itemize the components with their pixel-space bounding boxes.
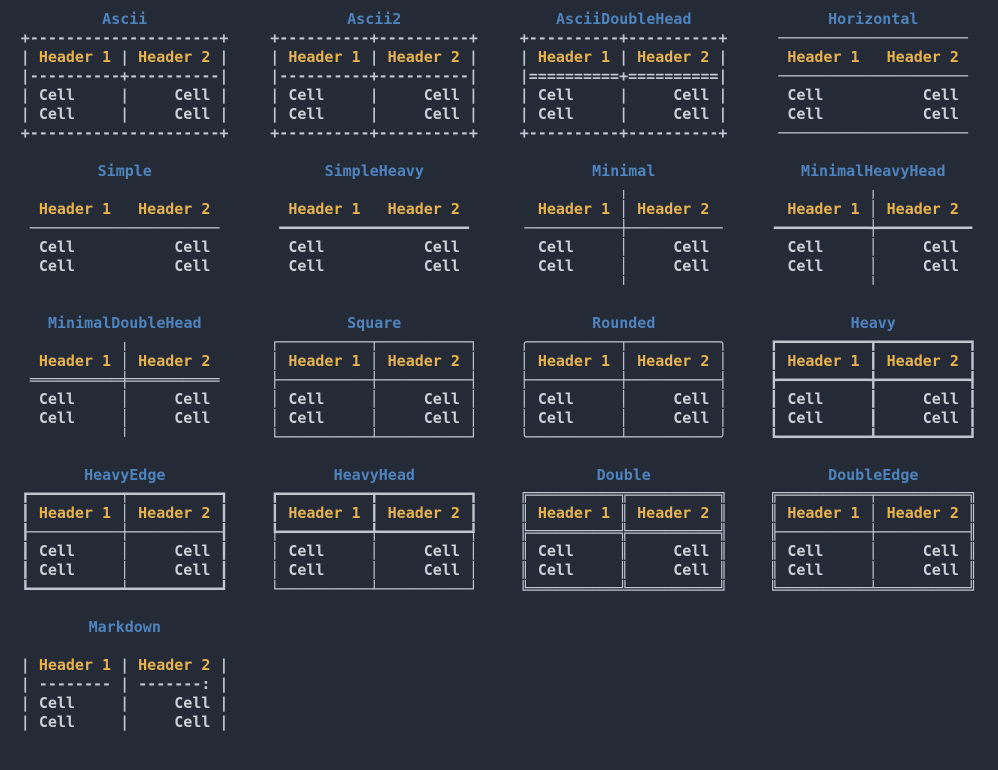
table-block-simple: Simple Header 1 Header 2 ───────────────… [21,162,229,314]
table-block-heavyedge: HeavyEdge ┏━━━━━━━━━━┯━━━━━━━━━━┓ ┃ Head… [21,466,229,618]
table-square: ┌──────────┬──────────┐ │ Header 1 │ Hea… [270,333,478,447]
table-title: AsciiDoubleHead [520,10,728,29]
table-title: Double [520,466,728,485]
table-simpleheavy: Header 1 Header 2 ━━━━━━━━━━━━━━━━━━━━━ … [270,181,478,276]
table-title: Minimal [520,162,728,181]
table-block-minimaldoublehead: MinimalDoubleHead ╷ Header 1 │ Header 2 … [21,314,229,466]
table-block-square: Square ┌──────────┬──────────┐ │ Header … [270,314,478,466]
table-block-heavy: Heavy ┏━━━━━━━━━━┳━━━━━━━━━━┓ ┃ Header 1… [769,314,977,466]
table-minimaldoublehead: ╷ Header 1 │ Header 2 ══════════╪═══════… [21,333,229,447]
table-heavyhead: ┏━━━━━━━━━━┳━━━━━━━━━━┓ ┃ Header 1 ┃ Hea… [270,485,478,599]
table-ascii: +---------------------+ | Header 1 | Hea… [21,29,229,143]
table-title: MinimalDoubleHead [21,314,229,333]
table-title: Square [270,314,478,333]
table-title: Rounded [520,314,728,333]
table-block-heavyhead: HeavyHead ┏━━━━━━━━━━┳━━━━━━━━━━┓ ┃ Head… [270,466,478,618]
table-doubleedge: ╔══════════╤══════════╗ ║ Header 1 │ Hea… [769,485,977,599]
table-horizontal: ───────────────────── Header 1 Header 2 … [769,29,977,143]
table-title: DoubleEdge [769,466,977,485]
table-block-minimalheavyhead: MinimalHeavyHead ╷ Header 1 │ Header 2 ╺… [769,162,977,314]
table-asciidoublehead: +----------+----------+ | Header 1 | Hea… [520,29,728,143]
table-ascii2: +----------+----------+ | Header 1 | Hea… [270,29,478,143]
table-block-horizontal: Horizontal ───────────────────── Header … [769,10,977,162]
table-double: ╔══════════╦══════════╗ ║ Header 1 ║ Hea… [520,485,728,599]
table-title: HeavyEdge [21,466,229,485]
table-block-doubleedge: DoubleEdge ╔══════════╤══════════╗ ║ Hea… [769,466,977,618]
table-block-minimal: Minimal ╷ Header 1 │ Header 2 ╶─────────… [520,162,728,314]
table-minimalheavyhead: ╷ Header 1 │ Header 2 ╺━━━━━━━━━━┿━━━━━━… [769,181,977,295]
table-title: Ascii2 [270,10,478,29]
table-title: Simple [21,162,229,181]
table-simple: Header 1 Header 2 ───────────────────── … [21,181,229,276]
table-title: Heavy [769,314,977,333]
table-markdown: | Header 1 | Header 2 | | -------- | ---… [21,637,229,732]
table-block-markdown: Markdown | Header 1 | Header 2 | | -----… [21,618,229,770]
table-heavyedge: ┏━━━━━━━━━━┯━━━━━━━━━━┓ ┃ Header 1 │ Hea… [21,485,229,599]
table-minimal: ╷ Header 1 │ Header 2 ╶──────────┼──────… [520,181,728,295]
table-title: Ascii [21,10,229,29]
table-block-ascii2: Ascii2 +----------+----------+ | Header … [270,10,478,162]
table-heavy: ┏━━━━━━━━━━┳━━━━━━━━━━┓ ┃ Header 1 ┃ Hea… [769,333,977,447]
table-title: HeavyHead [270,466,478,485]
table-title: Horizontal [769,10,977,29]
table-title: Markdown [21,618,229,637]
table-block-rounded: Rounded ╭──────────┬──────────╮ │ Header… [520,314,728,466]
table-block-asciidoublehead: AsciiDoubleHead +----------+----------+ … [520,10,728,162]
table-title: MinimalHeavyHead [769,162,977,181]
table-title: SimpleHeavy [270,162,478,181]
table-block-ascii: Ascii +---------------------+ | Header 1… [21,10,229,162]
table-block-double: Double ╔══════════╦══════════╗ ║ Header … [520,466,728,618]
table-block-simpleheavy: SimpleHeavy Header 1 Header 2 ━━━━━━━━━━… [270,162,478,314]
table-rounded: ╭──────────┬──────────╮ │ Header 1 │ Hea… [520,333,728,447]
terminal-box-styles-grid: Ascii +---------------------+ | Header 1… [0,0,998,751]
